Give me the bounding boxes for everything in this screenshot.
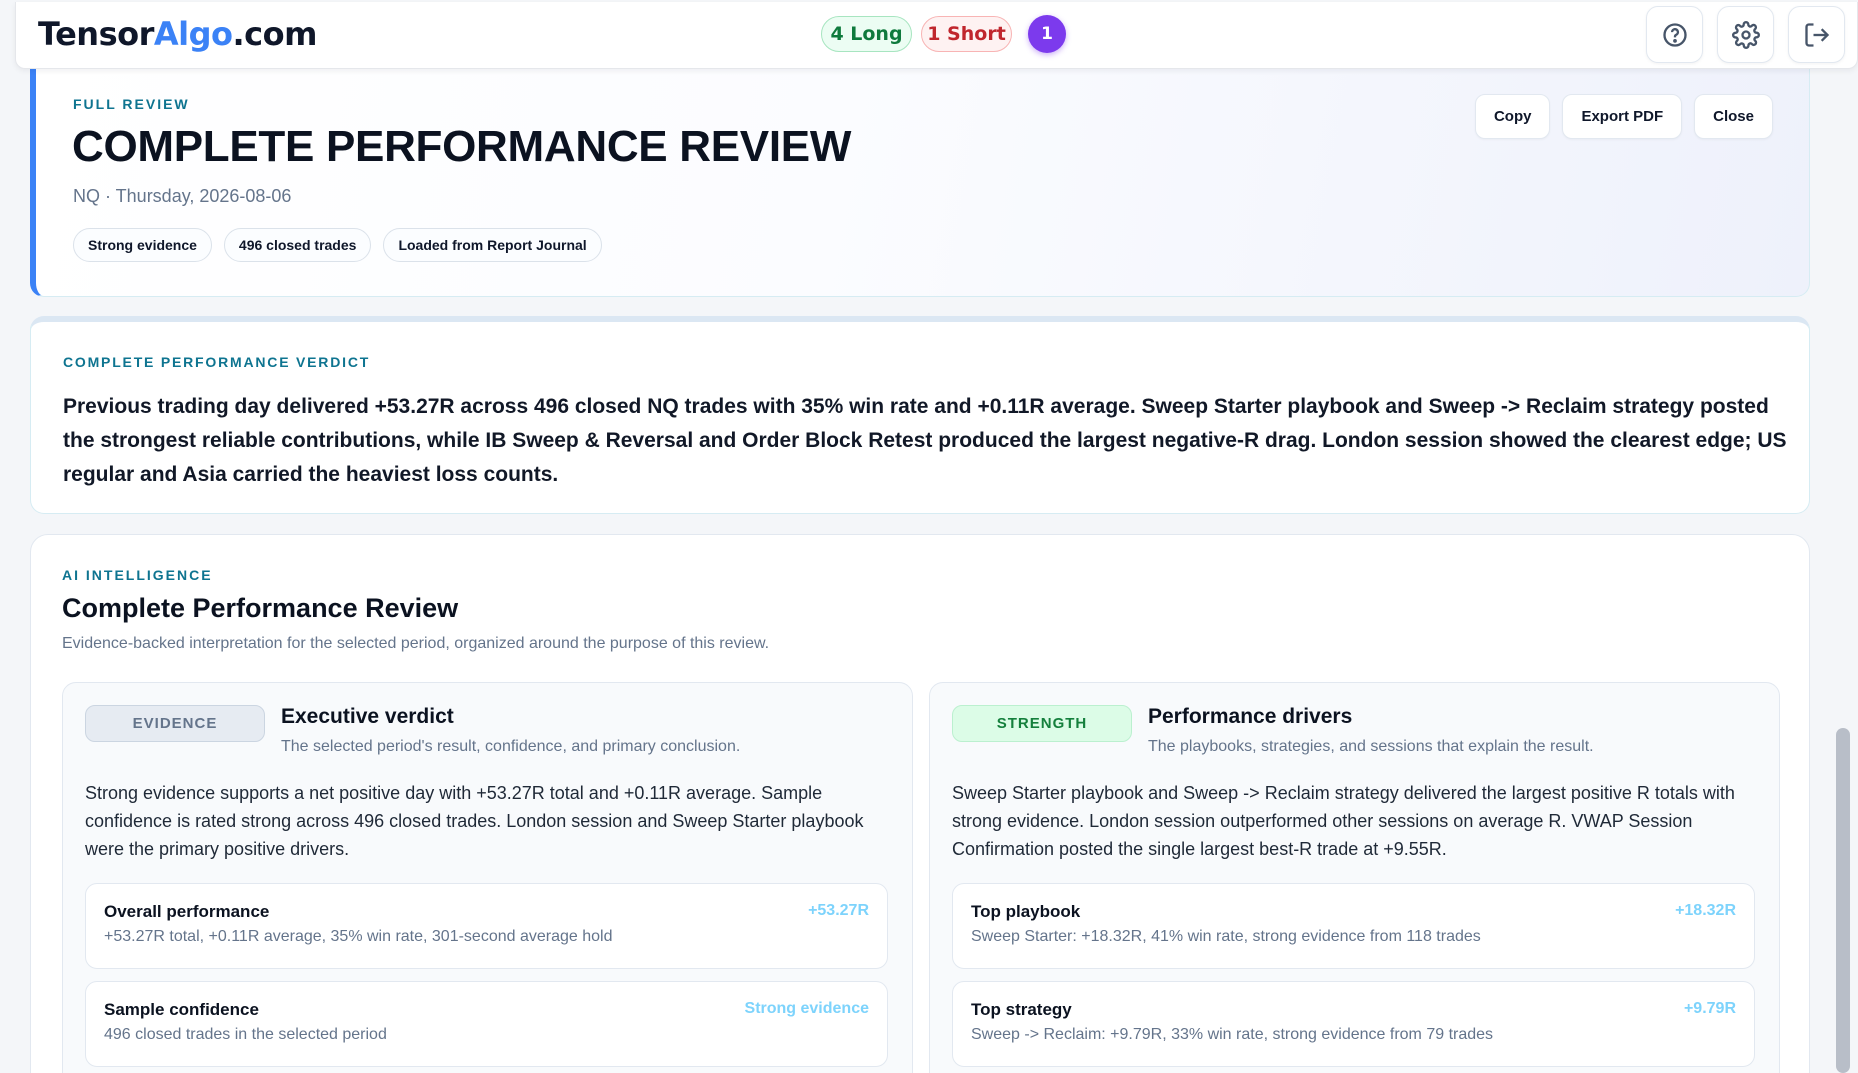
metric-detail: Sweep Starter: +18.32R, 41% win rate, st… [971, 928, 1481, 945]
panel-description: The playbooks, strategies, and sessions … [1148, 738, 1594, 755]
verdict-text: Previous trading day delivered +53.27R a… [63, 395, 1787, 486]
help-icon [1662, 22, 1687, 47]
metric-label: Top playbook [971, 902, 1081, 921]
tag-trade-count: 496 closed trades [223, 228, 372, 262]
metric-label: Overall performance [104, 902, 270, 921]
tag-source: Loaded from Report Journal [383, 228, 602, 262]
panel-body: Sweep Starter playbook and Sweep -> Recl… [952, 783, 1735, 859]
logo-part-domain: .com [232, 15, 318, 53]
logo-part-algo: Algo [153, 15, 233, 53]
metric-detail: 496 closed trades in the selected period [104, 1026, 387, 1043]
top-bar: TensorAlgo.com 4 Long 1 Short 1 [15, 2, 1858, 69]
help-button[interactable] [1646, 6, 1703, 63]
panel-description: The selected period's result, confidence… [281, 738, 741, 755]
hero-kicker: FULL REVIEW [73, 96, 190, 112]
verdict-card: COMPLETE PERFORMANCE VERDICT Previous tr… [30, 316, 1810, 514]
panel-title: Performance drivers [1148, 705, 1353, 728]
ai-intelligence-card: AI INTELLIGENCE Complete Performance Rev… [30, 534, 1810, 1073]
panel-title: Executive verdict [281, 705, 454, 728]
ai-kicker: AI INTELLIGENCE [62, 567, 213, 583]
evidence-badge: EVIDENCE [85, 705, 265, 742]
hero-actions: Copy Export PDF Close [1474, 94, 1773, 139]
metric-value: +9.79R [1683, 1000, 1736, 1017]
tag-evidence: Strong evidence [73, 228, 212, 262]
hero-tags: Strong evidence 496 closed trades Loaded… [73, 228, 602, 262]
logout-button[interactable] [1788, 6, 1845, 63]
close-button[interactable]: Close [1694, 94, 1773, 139]
metric-card: Top playbook Sweep Starter: +18.32R, 41%… [952, 883, 1755, 969]
site-logo[interactable]: TensorAlgo.com [38, 15, 317, 53]
executive-verdict-panel: EVIDENCE Executive verdict The selected … [62, 682, 913, 1073]
long-positions-pill[interactable]: 4 Long [821, 16, 912, 52]
metric-label: Sample confidence [104, 1000, 259, 1019]
verdict-kicker: COMPLETE PERFORMANCE VERDICT [63, 354, 371, 370]
metric-label: Top strategy [971, 1000, 1072, 1019]
page-title: COMPLETE PERFORMANCE REVIEW [72, 122, 852, 171]
strength-badge: STRENGTH [952, 705, 1132, 742]
metric-card: Sample confidence 496 closed trades in t… [85, 981, 888, 1067]
metric-card: Overall performance +53.27R total, +0.11… [85, 883, 888, 969]
panel-body: Strong evidence supports a net positive … [85, 783, 864, 859]
page-scrollbar-thumb[interactable] [1836, 728, 1850, 1073]
ai-section-subtitle: Evidence-backed interpretation for the s… [62, 635, 770, 652]
review-hero-card: FULL REVIEW COMPLETE PERFORMANCE REVIEW … [30, 65, 1810, 297]
performance-drivers-panel: STRENGTH Performance drivers The playboo… [929, 682, 1780, 1073]
short-positions-pill[interactable]: 1 Short [921, 16, 1012, 52]
copy-button[interactable]: Copy [1474, 94, 1551, 139]
metric-detail: Sweep -> Reclaim: +9.79R, 33% win rate, … [971, 1026, 1494, 1043]
settings-button[interactable] [1717, 6, 1774, 63]
metric-value: +18.32R [1675, 902, 1736, 919]
metric-card: Top strategy Sweep -> Reclaim: +9.79R, 3… [952, 981, 1755, 1067]
metric-detail: +53.27R total, +0.11R average, 35% win r… [104, 928, 613, 945]
hero-subtitle: NQ · Thursday, 2026-08-06 [73, 186, 292, 206]
metric-value: +53.27R [808, 902, 869, 919]
gear-icon [1731, 20, 1760, 49]
notification-count-badge[interactable]: 1 [1028, 15, 1066, 53]
logo-part-tensor: Tensor [38, 15, 154, 53]
logout-icon [1804, 22, 1829, 47]
metric-value: Strong evidence [744, 1000, 869, 1017]
ai-section-title: Complete Performance Review [62, 593, 459, 623]
export-pdf-button[interactable]: Export PDF [1562, 94, 1683, 139]
